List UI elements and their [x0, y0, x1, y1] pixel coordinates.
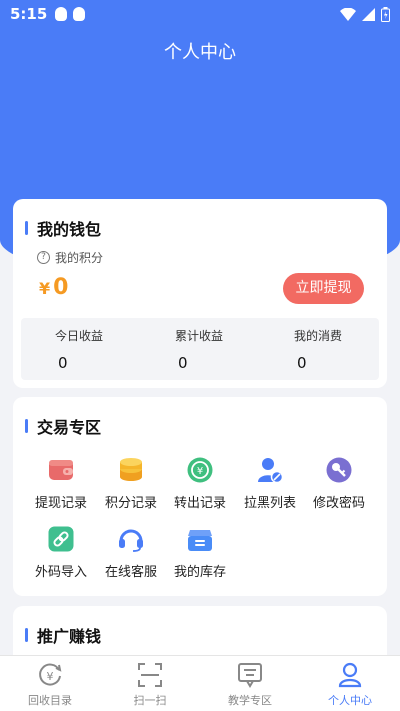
wallet-title-text: 我的钱包: [37, 220, 102, 239]
grid-item-label: 外码导入: [34, 565, 87, 580]
block-user-icon: [257, 457, 283, 483]
grid-item-blacklist[interactable]: 拉黑列表: [238, 457, 302, 511]
notification-icons: [55, 7, 86, 21]
headset-icon: [118, 526, 144, 552]
grid-item-label: 转出记录: [173, 496, 226, 511]
trade-title-text: 交易专区: [37, 418, 102, 437]
grid-item-withdraw-records[interactable]: 提现记录: [29, 457, 93, 511]
tab-label: 个人中心: [328, 694, 372, 707]
grid-item-label: 我的库存: [173, 565, 226, 580]
stat-value: 0: [58, 354, 68, 372]
grid-item-label: 积分记录: [104, 496, 157, 511]
signal-icon: [362, 7, 375, 21]
stat-label: 累计收益: [175, 329, 224, 343]
tab-recycle-catalog[interactable]: ¥ 回收目录: [0, 662, 100, 708]
link-import-icon: [48, 526, 74, 552]
grid-item-label: 拉黑列表: [243, 496, 296, 511]
transfer-yen-icon: ¥: [187, 457, 213, 483]
earnings-stats: 今日收益 0 累计收益 0 我的消费 0: [21, 318, 379, 380]
wifi-icon: [340, 7, 356, 21]
battery-icon: [381, 6, 390, 22]
tab-label: 回收目录: [28, 694, 72, 707]
page-title: 个人中心: [164, 42, 236, 63]
stat-my-spending[interactable]: 我的消费 0: [294, 327, 394, 372]
status-right: [340, 6, 390, 22]
stat-total-earnings[interactable]: 累计收益 0: [175, 327, 275, 372]
teaching-icon: [238, 663, 262, 688]
svg-text:¥: ¥: [47, 670, 54, 683]
status-bar: 5:15: [0, 0, 400, 28]
title-accent-bar: [25, 221, 28, 235]
status-time: 5:15: [10, 5, 48, 23]
scan-icon: [138, 663, 162, 687]
svg-text:¥: ¥: [197, 466, 203, 477]
trade-title: 交易专区: [25, 414, 101, 438]
tab-scan[interactable]: 扫一扫: [100, 662, 200, 708]
qq-icon: [55, 7, 68, 21]
tab-teaching[interactable]: 教学专区: [200, 662, 300, 708]
grid-item-label: 在线客服: [104, 565, 157, 580]
promo-title-text: 推广赚钱: [37, 627, 102, 646]
bottom-tab-bar: ¥ 回收目录 扫一扫 教学专区 个人中心: [0, 655, 400, 711]
trade-card: 交易专区 提现记录 积分记录 ¥ 转出记录 拉黑列表 修改密码 外码导入 在线客…: [13, 397, 387, 596]
title-accent-bar: [25, 628, 28, 642]
stat-value: 0: [297, 354, 307, 372]
stat-label: 我的消费: [294, 329, 343, 343]
question-icon[interactable]: ?: [37, 251, 50, 264]
wallet-icon: [48, 457, 74, 483]
points-label: ? 我的积分: [37, 249, 103, 266]
title-accent-bar: [25, 419, 28, 433]
points-amount: 0: [53, 275, 69, 300]
wallet-title: 我的钱包: [25, 216, 101, 240]
qq-icon: [73, 7, 86, 21]
wallet-card: 我的钱包 ? 我的积分 ¥ 0 立即提现 今日收益 0 累计收益 0 我的消费 …: [13, 199, 387, 388]
grid-item-label: 修改密码: [312, 496, 365, 511]
inventory-box-icon: [187, 526, 213, 552]
grid-item-transfer-records[interactable]: ¥ 转出记录: [168, 457, 232, 511]
profile-icon: [338, 662, 362, 688]
recycle-yen-icon: ¥: [39, 663, 62, 686]
tab-label: 教学专区: [228, 694, 272, 707]
tab-label: 扫一扫: [133, 694, 167, 707]
coins-icon: [118, 457, 144, 483]
points-label-text: 我的积分: [55, 251, 104, 265]
stat-label: 今日收益: [55, 329, 104, 343]
key-icon: [326, 457, 352, 483]
points-value: ¥ 0: [39, 275, 68, 300]
stat-today-earnings[interactable]: 今日收益 0: [55, 327, 155, 372]
grid-item-my-inventory[interactable]: 我的库存: [168, 526, 232, 580]
currency-symbol: ¥: [39, 279, 51, 298]
grid-item-online-service[interactable]: 在线客服: [99, 526, 163, 580]
stat-value: 0: [178, 354, 188, 372]
grid-item-label: 提现记录: [34, 496, 87, 511]
promo-title: 推广赚钱: [25, 623, 101, 647]
tab-profile[interactable]: 个人中心: [300, 662, 400, 708]
grid-item-external-code-import[interactable]: 外码导入: [29, 526, 93, 580]
grid-item-points-records[interactable]: 积分记录: [99, 457, 163, 511]
withdraw-button[interactable]: 立即提现: [283, 273, 364, 304]
grid-item-change-password[interactable]: 修改密码: [307, 457, 371, 511]
